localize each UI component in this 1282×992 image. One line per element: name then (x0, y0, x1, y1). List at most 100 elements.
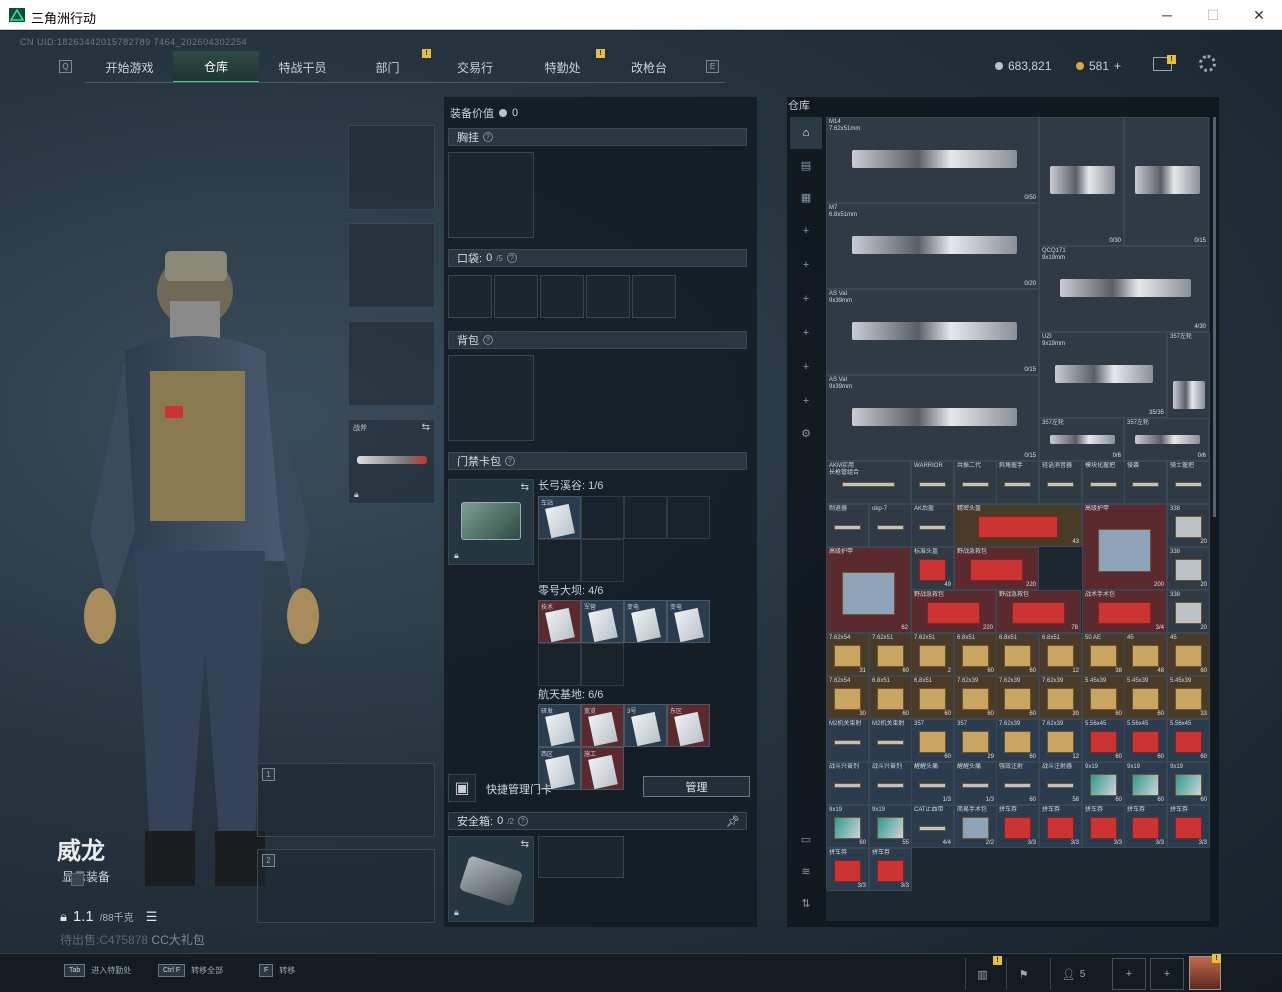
stash-item[interactable]: 5.56x45 60 (1124, 719, 1167, 762)
keycard-slot[interactable] (581, 643, 624, 686)
add-stash-tab-icon[interactable]: + (790, 215, 822, 247)
stash-tab-3-icon[interactable]: ▦ (790, 181, 822, 213)
stash-item[interactable]: 战斗兴奋剂 (826, 762, 869, 805)
stash-item[interactable]: 6.8x51 60 (869, 676, 912, 719)
stash-item[interactable]: AK后握 (911, 504, 954, 547)
stash-item[interactable]: 7.62x51 60 (869, 633, 912, 676)
nav-next-key-icon[interactable]: E (706, 60, 719, 73)
show-gear-toggle[interactable]: 显示装备 (62, 868, 110, 886)
stash-item[interactable]: AS Val 9x39mm 0/15 (826, 289, 1039, 375)
stash-item[interactable]: 9x19 60 (1167, 762, 1210, 805)
armor-slot[interactable] (348, 223, 435, 308)
stash-item[interactable]: 7.62x54 31 (826, 633, 869, 676)
swap-icon[interactable]: ⇆ (521, 839, 529, 850)
pocket-slot[interactable] (494, 275, 538, 318)
hint-transfer[interactable]: F 转移 (259, 964, 295, 977)
keycard-slot[interactable] (581, 496, 624, 539)
stash-item[interactable]: 拼车券 3/3 (996, 805, 1039, 848)
stash-item[interactable]: 7.62x39 12 (1039, 719, 1082, 762)
stash-item[interactable]: 9x19 60 (1124, 762, 1167, 805)
stash-item[interactable]: 侵袭 (1124, 461, 1167, 504)
tab-gunsmith[interactable]: 改枪台 (606, 51, 692, 83)
stash-home-tab-icon[interactable]: ⌂ (790, 117, 822, 149)
add-teammate-button[interactable]: + (1112, 958, 1146, 990)
add-stash-tab-icon[interactable]: + (790, 317, 822, 349)
stash-item[interactable]: 6.8x51 60 (996, 633, 1039, 676)
stash-item[interactable]: 拼车券 3/3 (1167, 805, 1210, 848)
keycard-item[interactable]: 研发 (538, 704, 581, 747)
show-gear-checkbox[interactable] (70, 872, 84, 886)
stash-item[interactable]: 骑士握把 (1167, 461, 1210, 504)
keycard-slot[interactable] (581, 539, 624, 582)
stash-settings-icon[interactable]: ⚙ (790, 417, 822, 449)
stash-item[interactable]: 7.62x51 2 (911, 633, 954, 676)
helmet-slot[interactable] (348, 125, 435, 210)
stash-item[interactable]: 5.45x39 60 (1124, 676, 1167, 719)
stash-item[interactable]: 9x19 60 (826, 805, 869, 848)
stash-item[interactable]: 9x19 60 (1082, 762, 1125, 805)
pocket-slot[interactable] (632, 275, 676, 318)
stash-item[interactable]: 斜角握手 (996, 461, 1039, 504)
keycard-slot[interactable] (538, 643, 581, 686)
stash-item[interactable]: 高级护甲 200 (1082, 504, 1167, 590)
safe-box-cell[interactable] (538, 836, 624, 878)
nav-prev-key-icon[interactable]: Q (59, 60, 72, 73)
help-icon[interactable]: ? (506, 253, 517, 263)
stash-scrollbar[interactable] (1213, 117, 1216, 517)
help-icon[interactable]: ? (505, 456, 515, 466)
hint-transfer-all[interactable]: Ctrl F 转移全部 (158, 964, 223, 977)
secondary-weapon-slot[interactable]: 2 (257, 849, 435, 923)
add-stash-tab-icon[interactable]: + (790, 283, 822, 315)
safe-box-slot[interactable]: ⇆ 🔒︎ (448, 836, 534, 922)
keycard-item[interactable]: 变电 (667, 600, 710, 643)
stash-item[interactable]: 模块化握把 (1082, 461, 1125, 504)
help-icon[interactable]: ? (517, 816, 528, 826)
stash-item[interactable]: 5.45x39 33 (1167, 676, 1210, 719)
keycard-item[interactable]: 施工 (581, 747, 624, 790)
coin-balance[interactable]: 581 + (1076, 59, 1121, 73)
stash-item[interactable]: AS Val 9x39mm 0/15 (826, 375, 1039, 461)
stash-item[interactable]: okp-7 (869, 504, 912, 547)
stash-item[interactable]: 6.8x51 60 (911, 676, 954, 719)
pocket-slot[interactable] (540, 275, 584, 318)
stash-item[interactable]: 拼车券 3/3 (826, 848, 869, 891)
keycard-slot[interactable] (624, 496, 667, 539)
keycard-item[interactable]: 宽览 (581, 704, 624, 747)
tab-start-game[interactable]: 开始游戏 (88, 51, 171, 83)
swap-icon[interactable]: ⇆ (422, 422, 430, 433)
tab-department[interactable]: 部门 (346, 51, 429, 83)
keycard-item[interactable]: 变电 (624, 600, 667, 643)
stash-item[interactable]: 野战急救包 220 (911, 590, 996, 633)
stash-item[interactable]: 6.8x51 12 (1039, 633, 1082, 676)
stash-item[interactable]: 357 29 (954, 719, 997, 762)
topup-plus-icon[interactable]: + (1114, 59, 1121, 73)
weight-list-icon[interactable]: ☰ (146, 909, 158, 925)
stash-item[interactable]: M7 6.8x51mm 0/20 (826, 203, 1039, 289)
keycard-bag-slot[interactable]: ⇆ 🔒︎ (448, 479, 534, 565)
stash-save-icon[interactable]: ▭ (790, 823, 822, 855)
stash-item[interactable]: 5.56x45 60 (1167, 719, 1210, 762)
stash-item[interactable]: 高级护甲 62 (826, 547, 911, 633)
keycard-item[interactable]: 东区 (667, 704, 710, 747)
stash-item[interactable]: WARRIOR (911, 461, 954, 504)
stash-item[interactable]: 精密头盔 43 (954, 504, 1082, 547)
stash-item[interactable]: 5.45x39 60 (1082, 676, 1125, 719)
keycard-item[interactable]: 3号 (624, 704, 667, 747)
stash-item[interactable]: UZI 9x19mm 35/35 (1039, 332, 1167, 418)
stash-item[interactable]: 7.62x39 60 (996, 676, 1039, 719)
stash-item[interactable]: 0/30 (1039, 117, 1124, 246)
stash-item[interactable]: M14 7.62x51mm 0/50 (826, 117, 1039, 203)
maximize-button[interactable]: ☐ (1190, 0, 1236, 30)
stash-sort-icon[interactable]: ⇅ (790, 887, 822, 919)
stash-item[interactable]: 7.62x39 60 (954, 676, 997, 719)
stash-item[interactable]: 50 AE 38 (1082, 633, 1125, 676)
pocket-slot[interactable] (448, 275, 492, 318)
stash-item[interactable]: 轻语消音器 (1039, 461, 1082, 504)
stash-item[interactable]: 制退器 (826, 504, 869, 547)
stash-item[interactable]: 醒醒头痛 1/3 (954, 762, 997, 805)
stash-item[interactable]: 强效注射 60 (996, 762, 1039, 805)
help-icon[interactable]: ? (483, 132, 493, 142)
primary-weapon-slot[interactable]: 1 (257, 763, 435, 837)
stash-item[interactable]: 338 20 (1167, 590, 1210, 633)
pistol-slot[interactable] (348, 321, 435, 406)
